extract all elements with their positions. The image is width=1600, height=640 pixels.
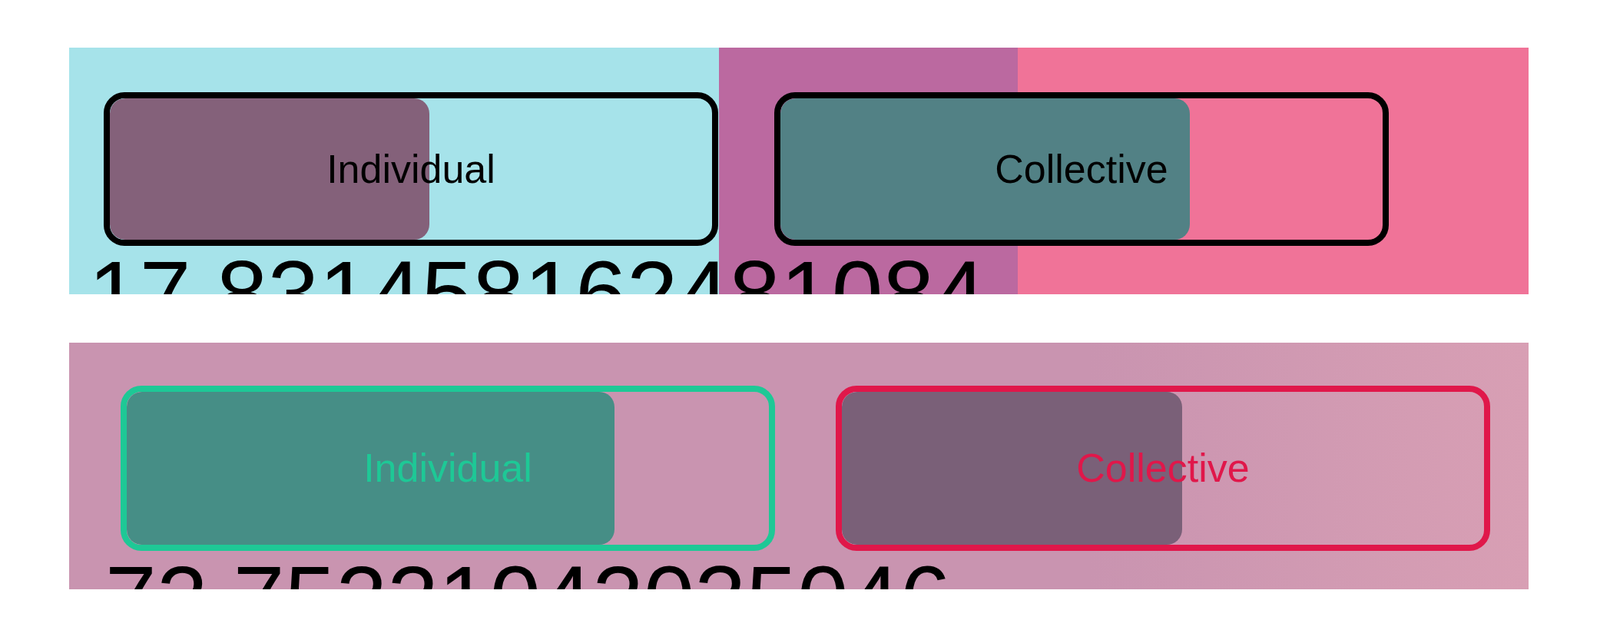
panel: Individual Collective 72.75221042035046 [69, 342, 1529, 590]
toggle-label: Collective [982, 144, 1180, 195]
button-row: Individual Collective [103, 92, 1529, 246]
toggle-label: Individual [314, 144, 508, 195]
toggle-button[interactable]: Individual [120, 385, 776, 551]
page: IndividualCollective17.831458162481084In… [0, 0, 1600, 640]
toggle-button[interactable]: Collective [835, 385, 1491, 551]
value-number: 17.831458162481084 [88, 247, 1529, 295]
toggle-label: Collective [1063, 443, 1262, 494]
toggle-label: Individual [351, 443, 545, 494]
value-number: 72.75221042035046 [105, 552, 1529, 590]
toggle-button[interactable]: Collective [774, 92, 1389, 246]
toggle-button[interactable]: Individual [103, 92, 719, 246]
button-row: Individual Collective [120, 385, 1529, 551]
panel: Individual Collective 17.831458162481084 [69, 47, 1529, 295]
